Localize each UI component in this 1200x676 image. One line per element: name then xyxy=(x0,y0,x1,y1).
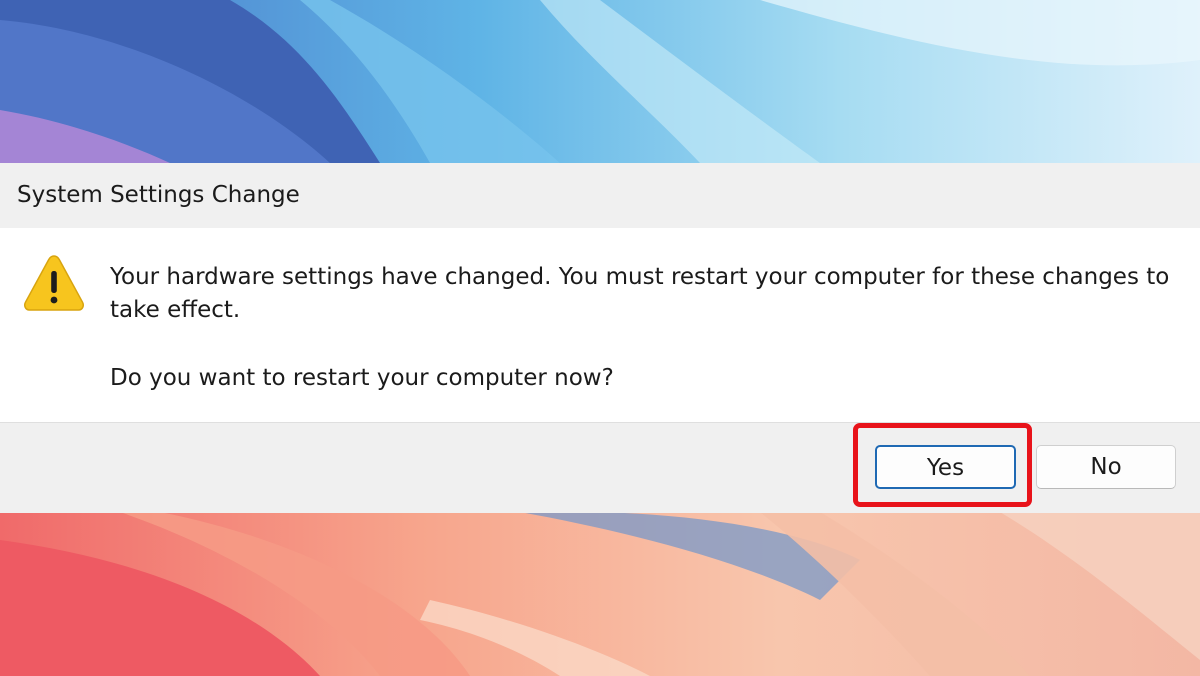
dialog-title: System Settings Change xyxy=(17,182,300,208)
dialog-question: Do you want to restart your computer now… xyxy=(110,365,614,391)
yes-button[interactable]: Yes xyxy=(875,445,1016,489)
warning-icon xyxy=(22,252,86,314)
dialog-message: Your hardware settings have changed. You… xyxy=(110,264,1170,323)
dialog-content: Your hardware settings have changed. You… xyxy=(0,228,1200,422)
dialog-button-bar: Yes No xyxy=(0,422,1200,513)
no-button[interactable]: No xyxy=(1036,445,1176,489)
system-settings-change-dialog: System Settings Change Your hardware set… xyxy=(0,163,1200,513)
dialog-titlebar: System Settings Change xyxy=(0,163,1200,228)
